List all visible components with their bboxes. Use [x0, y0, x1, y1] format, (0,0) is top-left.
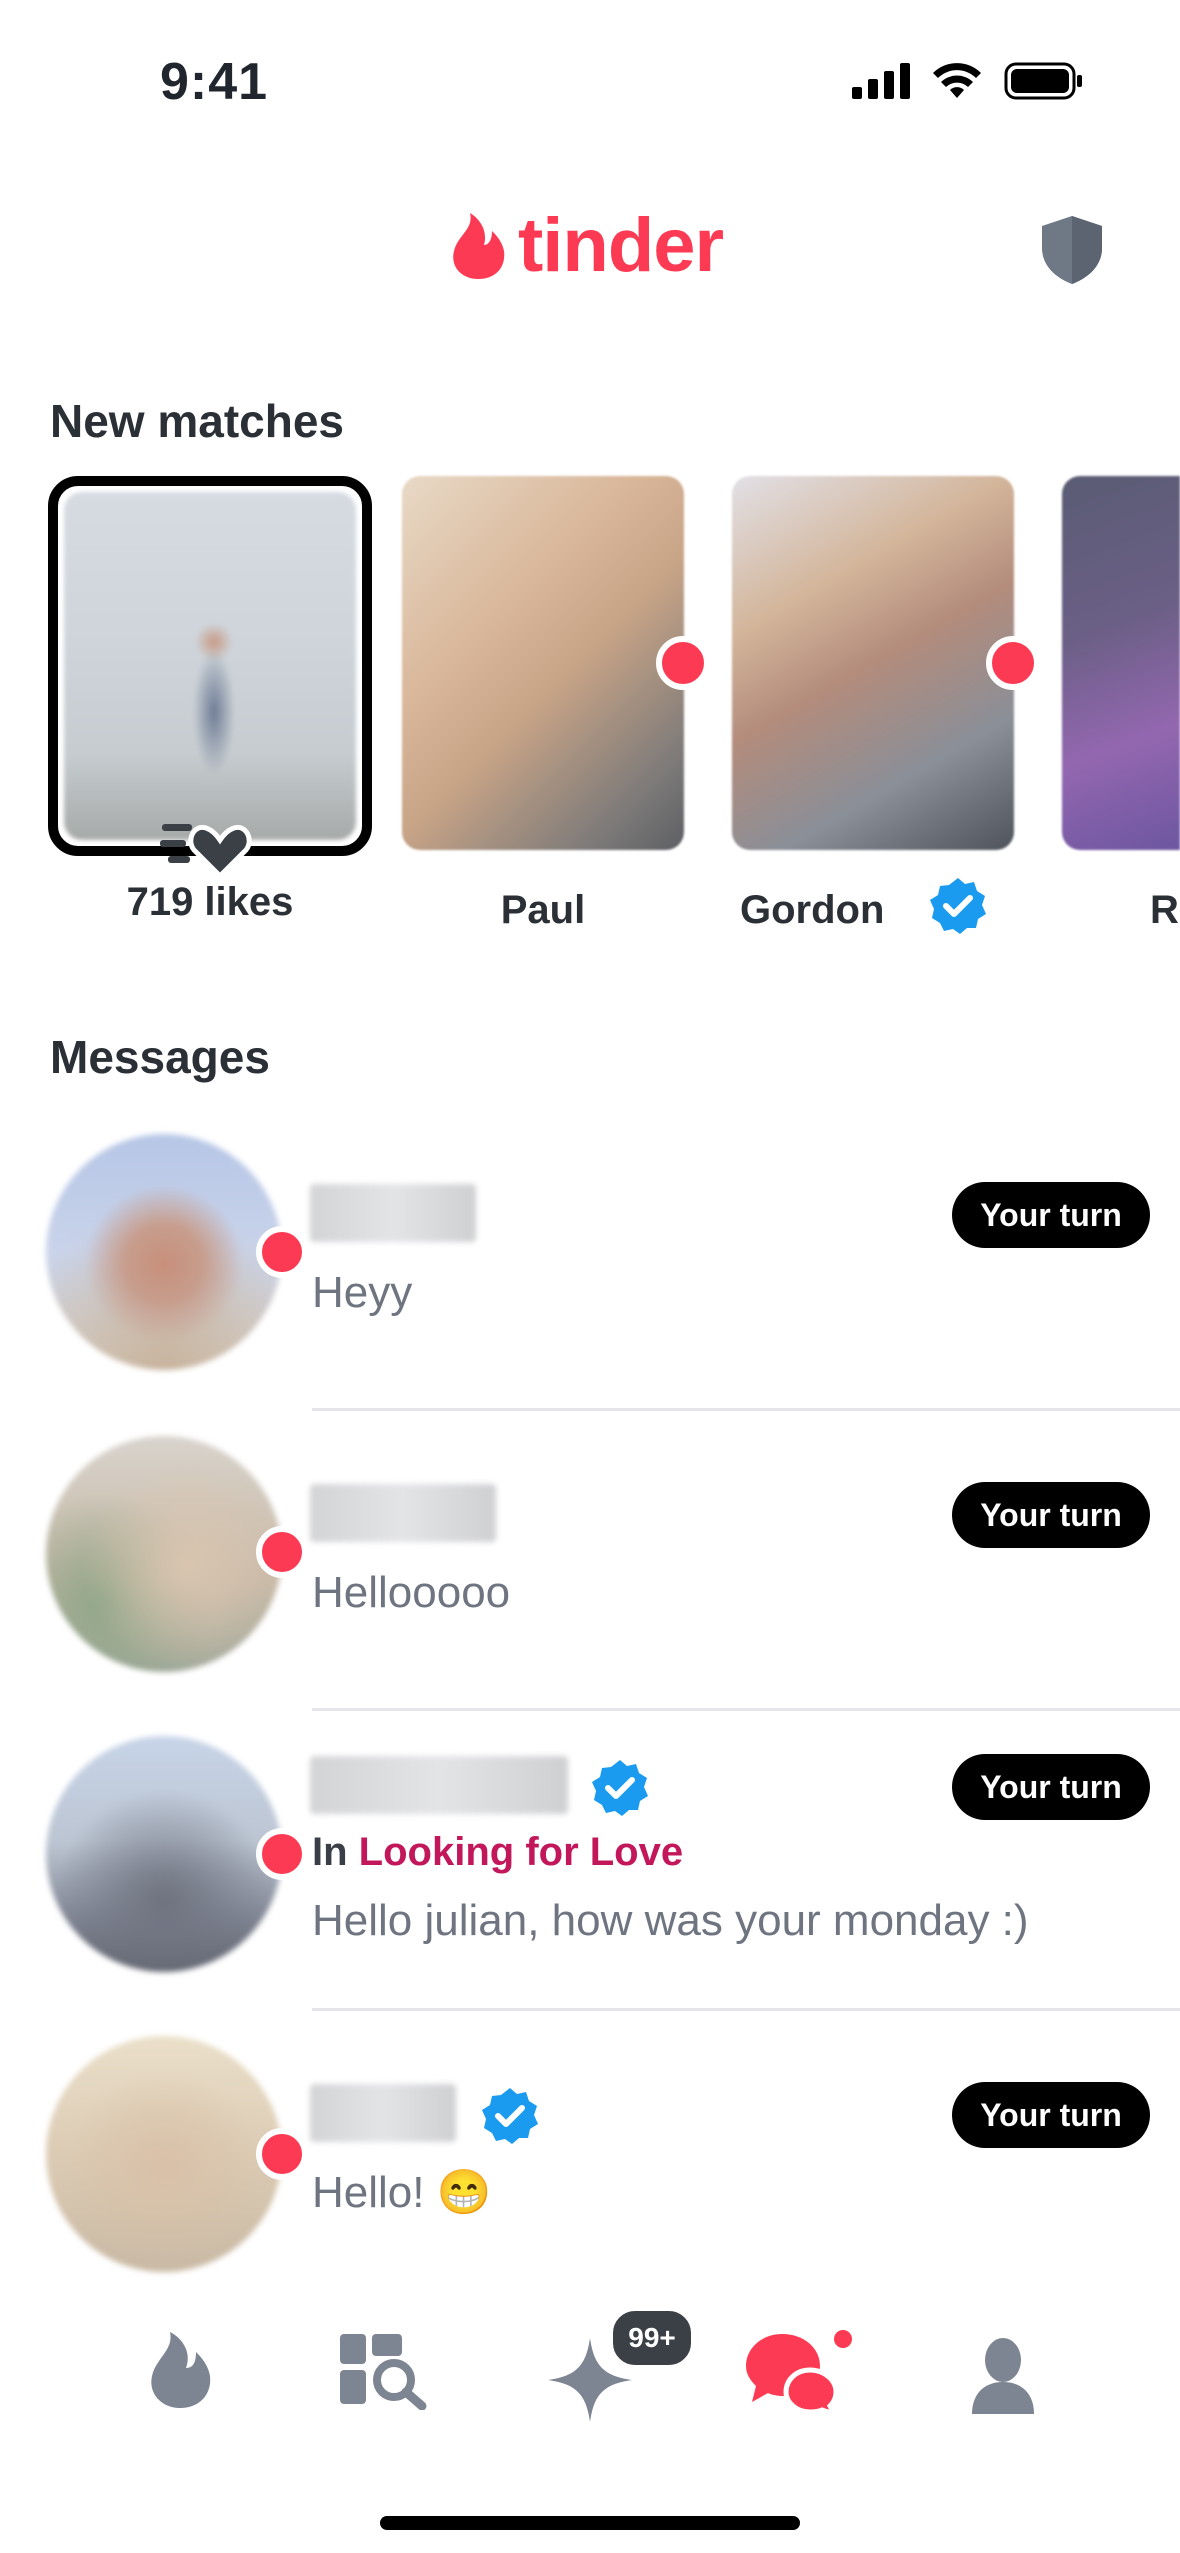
- status-icons: [852, 62, 1084, 100]
- tab-chat[interactable]: [744, 2330, 844, 2419]
- your-turn-badge: Your turn: [952, 1754, 1150, 1820]
- group-name-link[interactable]: Looking for Love: [359, 1830, 683, 1874]
- unread-dot: [256, 1226, 308, 1278]
- match-name-gordon: Gordon: [740, 888, 885, 932]
- match-name-r: R: [1150, 888, 1179, 932]
- avatar: [46, 2036, 282, 2272]
- group-prefix: In: [312, 1830, 348, 1874]
- new-match-dot: [986, 636, 1040, 690]
- new-matches-title: New matches: [50, 395, 345, 447]
- name-redacted: [310, 1756, 568, 1814]
- match-card-gordon[interactable]: [732, 476, 1014, 850]
- name-redacted: [310, 1484, 496, 1542]
- your-turn-badge: Your turn: [952, 1182, 1150, 1248]
- flame-logo-icon: [453, 213, 505, 279]
- verified-badge-icon: [482, 2088, 538, 2144]
- message-preview: Hello julian, how was your monday :): [312, 1896, 1029, 1945]
- home-indicator: [380, 2516, 800, 2530]
- likes-card[interactable]: [48, 476, 372, 856]
- avatar: [46, 1736, 282, 1972]
- wifi-icon: [933, 63, 981, 98]
- likes-blurred-photo: [64, 492, 356, 840]
- explore-icon: [340, 2334, 427, 2411]
- avatar: [46, 1436, 282, 1672]
- logo-text: tinder: [518, 203, 724, 288]
- unread-dot: [256, 1828, 308, 1880]
- divider: [312, 1708, 1180, 1711]
- match-card-r[interactable]: [1062, 476, 1180, 850]
- tab-explore[interactable]: [338, 2330, 428, 2415]
- message-preview: Heyy: [312, 1268, 413, 1317]
- avatar: [46, 1134, 282, 1370]
- name-redacted: [310, 1184, 476, 1242]
- profile-icon: [972, 2338, 1034, 2414]
- likes-heart-icon: [160, 824, 252, 878]
- cellular-signal-icon: [852, 63, 910, 99]
- tinder-logo: tinder: [448, 203, 724, 288]
- your-turn-badge: Your turn: [952, 1482, 1150, 1548]
- verified-badge-icon: [930, 878, 986, 934]
- message-preview: Hellooooo: [312, 1568, 511, 1617]
- match-name-paul: Paul: [500, 888, 586, 932]
- unread-dot: [256, 1526, 308, 1578]
- group-context: In Looking for Love: [312, 1830, 683, 1875]
- chat-unread-dot: [834, 2330, 852, 2348]
- name-redacted: [310, 2084, 456, 2142]
- unread-dot: [256, 2128, 308, 2180]
- notification-badge: 99+: [608, 2306, 696, 2370]
- messages-title: Messages: [50, 1031, 270, 1083]
- your-turn-badge: Your turn: [952, 2082, 1150, 2148]
- battery-icon: [1004, 62, 1082, 100]
- likes-count: 719 likes: [126, 880, 294, 924]
- shield-icon: [1042, 216, 1102, 284]
- status-time: 9:41: [160, 53, 269, 111]
- tab-discover[interactable]: [144, 2330, 214, 2415]
- tab-profile[interactable]: [970, 2336, 1036, 2421]
- chat-icon: [746, 2334, 839, 2419]
- flame-icon: [151, 2332, 211, 2408]
- divider: [312, 2008, 1180, 2011]
- new-match-dot: [656, 636, 710, 690]
- safety-shield-button[interactable]: [1040, 214, 1104, 291]
- divider: [312, 1408, 1180, 1411]
- match-card-paul[interactable]: [402, 476, 684, 850]
- verified-badge-icon: [592, 1760, 648, 1816]
- message-preview: Hello! 😁: [312, 2168, 492, 2217]
